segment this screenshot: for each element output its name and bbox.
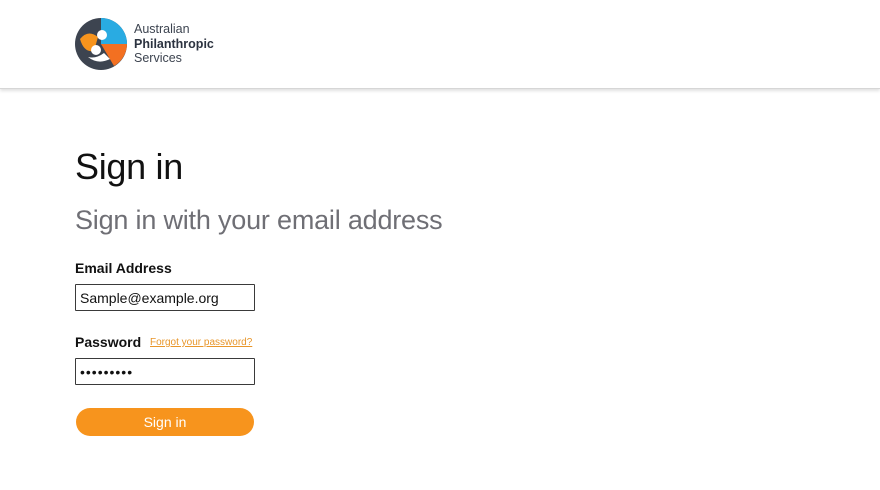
brand-name: Australian Philanthropic Services	[134, 22, 214, 66]
page-title: Sign in	[75, 146, 183, 187]
email-label: Email Address	[75, 260, 172, 276]
brand-name-line1: Australian	[134, 22, 190, 37]
forgot-password-link[interactable]: Forgot your password?	[150, 337, 252, 348]
sign-in-button[interactable]: Sign in	[76, 408, 254, 436]
password-field[interactable]	[75, 358, 255, 385]
brand-name-line2: Philanthropic	[134, 36, 214, 51]
email-field[interactable]	[75, 284, 255, 311]
brand-logo[interactable]: Australian Philanthropic Services	[74, 16, 214, 72]
password-label: Password	[75, 334, 142, 350]
aps-logo-icon	[75, 18, 127, 70]
site-header: Australian Philanthropic Services	[0, 0, 880, 89]
brand-name-line3: Services	[134, 51, 182, 66]
page-subtitle: Sign in with your email address	[75, 205, 443, 235]
